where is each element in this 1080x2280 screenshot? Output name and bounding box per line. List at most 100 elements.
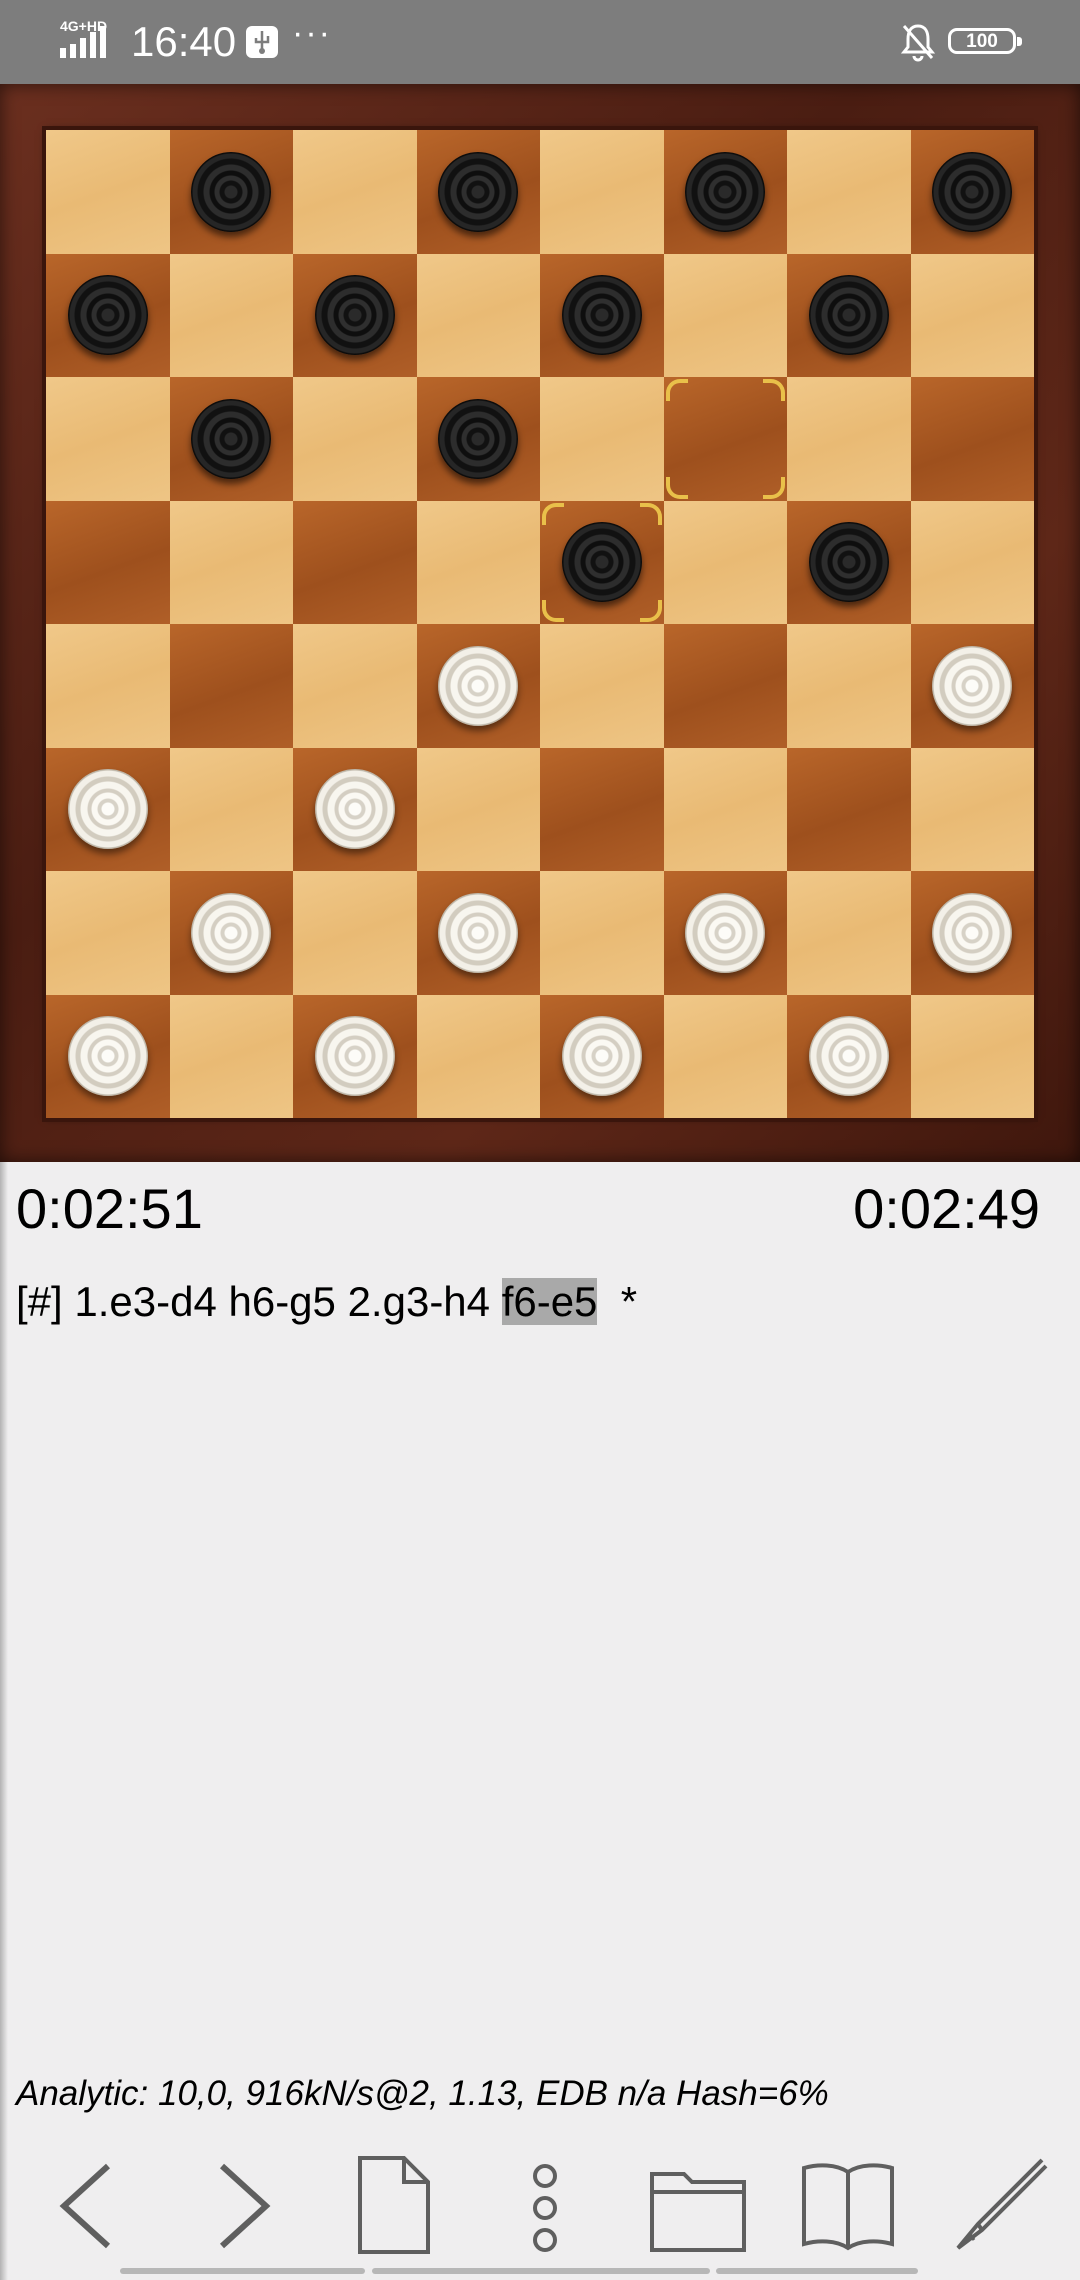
square-g7[interactable] [787,253,911,377]
square-h6[interactable] [910,377,1034,501]
square-b4[interactable] [169,624,293,748]
black-checker[interactable] [67,275,148,356]
white-checker[interactable] [67,1016,148,1097]
opening-book-button[interactable] [798,2152,898,2256]
square-f4[interactable] [663,624,787,748]
black-checker[interactable] [685,151,766,232]
black-checker[interactable] [808,275,889,356]
white-checker[interactable] [932,645,1013,726]
square-h4[interactable] [910,624,1034,748]
square-e3[interactable] [540,747,664,871]
square-e5[interactable] [540,500,664,624]
square-e1[interactable] [540,994,664,1118]
player-clock-left: 0:02:51 [16,1177,203,1240]
edit-button[interactable] [950,2152,1050,2256]
square-d8[interactable] [416,130,540,254]
more-notifications-icon: ··· [292,14,332,52]
white-checker[interactable] [67,769,148,850]
square-c7[interactable] [293,253,417,377]
white-checker[interactable] [314,769,395,850]
move-list[interactable]: [#] 1.e3-d4 h6-g5 2.g3-h4 f6-e5 * [16,1278,637,1326]
square-h2[interactable] [910,871,1034,995]
square-b8[interactable] [169,130,293,254]
menu-button[interactable] [495,2152,595,2256]
square-f6[interactable] [663,377,787,501]
forward-icon [219,2163,271,2249]
black-checker[interactable] [191,398,272,479]
square-g1[interactable] [787,994,911,1118]
edge-shadow [0,1162,8,2280]
network-type: 4G+HD [60,18,108,34]
square-d1 [416,994,540,1118]
black-checker[interactable] [314,275,395,356]
black-checker[interactable] [191,151,272,232]
square-f5 [663,500,787,624]
nav-indicator-right [716,2268,918,2274]
white-checker[interactable] [191,892,272,973]
square-a3[interactable] [46,747,170,871]
white-checker[interactable] [314,1016,395,1097]
square-f2[interactable] [663,871,787,995]
square-d5 [416,500,540,624]
square-g5[interactable] [787,500,911,624]
square-b6[interactable] [169,377,293,501]
black-checker[interactable] [438,151,519,232]
move-list-text: [#] 1.e3-d4 h6-g5 2.g3-h4 [16,1278,502,1325]
white-checker[interactable] [438,645,519,726]
white-checker[interactable] [561,1016,642,1097]
square-a7[interactable] [46,253,170,377]
mute-bell-icon [900,24,936,62]
square-h8[interactable] [910,130,1034,254]
square-c8 [293,130,417,254]
bottom-toolbar [0,2140,1080,2280]
square-a1[interactable] [46,994,170,1118]
square-c2 [293,871,417,995]
square-d4[interactable] [416,624,540,748]
folder-icon [650,2172,746,2252]
black-checker[interactable] [932,151,1013,232]
nav-indicator-left [120,2268,365,2274]
square-d2[interactable] [416,871,540,995]
white-checker[interactable] [808,1016,889,1097]
new-game-button[interactable] [342,2152,442,2256]
battery-indicator: 100 [948,28,1022,54]
new-game-icon [358,2156,430,2254]
square-b5 [169,500,293,624]
white-checker[interactable] [685,892,766,973]
move-list-result: * [597,1278,638,1325]
square-f8[interactable] [663,130,787,254]
square-c5[interactable] [293,500,417,624]
square-b1 [169,994,293,1118]
square-e7[interactable] [540,253,664,377]
player-clock-right: 0:02:49 [853,1177,1040,1240]
square-f3 [663,747,787,871]
open-file-button[interactable] [648,2152,748,2256]
black-checker[interactable] [561,522,642,603]
book-icon [802,2163,894,2251]
checkers-board[interactable] [46,130,1034,1118]
engine-analysis: Analytic: 10,0, 916kN/s@2, 1.13, EDB n/a… [16,2074,829,2113]
black-checker[interactable] [561,275,642,356]
back-icon [59,2163,111,2249]
square-h5 [910,500,1034,624]
white-checker[interactable] [438,892,519,973]
pencil-icon [956,2158,1048,2250]
back-button[interactable] [40,2152,140,2256]
status-time: 16:40 [131,18,237,65]
square-h3 [910,747,1034,871]
square-d6[interactable] [416,377,540,501]
square-a5[interactable] [46,500,170,624]
forward-button[interactable] [190,2152,290,2256]
square-g3[interactable] [787,747,911,871]
square-e2 [540,871,664,995]
current-move[interactable]: f6-e5 [501,1278,598,1325]
black-checker[interactable] [808,522,889,603]
square-b2[interactable] [169,871,293,995]
menu-dots-icon [533,2164,557,2252]
black-checker[interactable] [438,398,519,479]
square-g8 [787,130,911,254]
square-c3[interactable] [293,747,417,871]
square-c1[interactable] [293,994,417,1118]
status-bar: 4G+HD 16:40 ··· 100 [0,0,1080,84]
white-checker[interactable] [932,892,1013,973]
